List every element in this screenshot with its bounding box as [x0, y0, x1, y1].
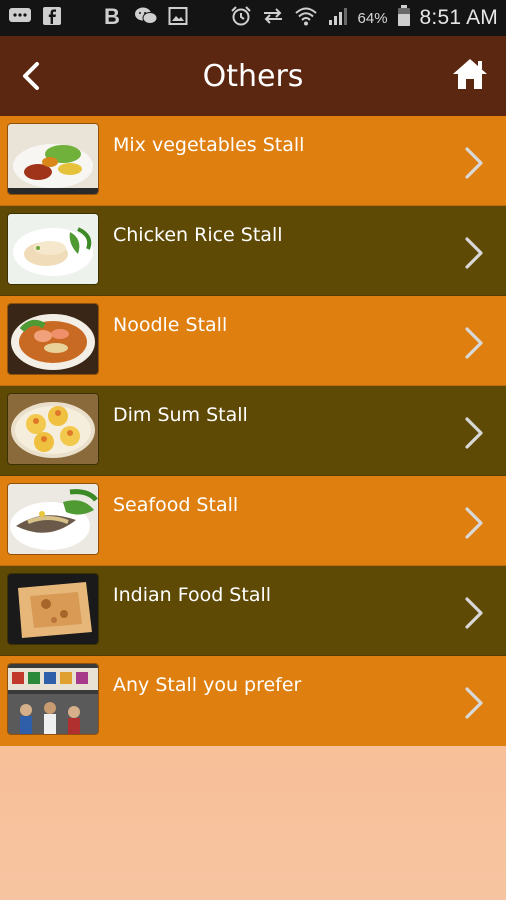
noodle-image: [8, 304, 98, 374]
chevron-right-icon: [465, 327, 483, 359]
list-item-label: Any Stall you prefer: [113, 674, 302, 696]
b-icon: B: [102, 4, 124, 32]
list-item[interactable]: Seafood Stall: [0, 476, 506, 566]
list-item-label: Seafood Stall: [113, 494, 239, 516]
app-bar: Others: [0, 36, 506, 116]
page-title: Others: [202, 58, 304, 94]
chevron-right-icon: [465, 507, 483, 539]
image-icon: [168, 6, 188, 31]
back-arrow-icon: [23, 62, 39, 90]
alarm-icon: [230, 5, 252, 32]
stall-list: Mix vegetables Stall Chicken Rice Stall: [0, 116, 506, 746]
chevron-right-icon: [465, 147, 483, 179]
list-item-label: Dim Sum Stall: [113, 404, 248, 426]
list-item[interactable]: Chicken Rice Stall: [0, 206, 506, 296]
list-item[interactable]: Indian Food Stall: [0, 566, 506, 656]
chat-icon: [8, 6, 32, 31]
home-button[interactable]: [450, 54, 490, 94]
list-item[interactable]: Any Stall you prefer: [0, 656, 506, 746]
battery-icon: [397, 4, 411, 32]
food-court-image: [8, 664, 98, 734]
battery-percent: 64%: [357, 9, 388, 27]
signal-icon: [327, 6, 349, 31]
wifi-icon: [294, 5, 318, 32]
chevron-right-icon: [465, 417, 483, 449]
chicken-rice-image: [8, 214, 98, 284]
indian-food-image: [8, 574, 98, 644]
list-item-label: Chicken Rice Stall: [113, 224, 283, 246]
chevron-right-icon: [465, 237, 483, 269]
wechat-icon: [134, 6, 158, 31]
home-icon: [453, 59, 487, 89]
dim-sum-image: [8, 394, 98, 464]
sync-icon: [261, 6, 285, 31]
status-bar: B 64% 8:51 AM: [0, 0, 506, 36]
list-item-label: Noodle Stall: [113, 314, 228, 336]
chevron-right-icon: [465, 687, 483, 719]
list-item[interactable]: Noodle Stall: [0, 296, 506, 386]
list-item[interactable]: Dim Sum Stall: [0, 386, 506, 476]
list-item[interactable]: Mix vegetables Stall: [0, 116, 506, 206]
chevron-right-icon: [465, 597, 483, 629]
seafood-image: [8, 484, 98, 554]
mixed-vegetables-image: [8, 124, 98, 194]
facebook-icon: [42, 6, 62, 31]
clock: 8:51 AM: [419, 6, 498, 29]
list-item-label: Mix vegetables Stall: [113, 134, 305, 156]
back-button[interactable]: [14, 58, 48, 94]
svg-text:B: B: [104, 5, 120, 27]
list-item-label: Indian Food Stall: [113, 584, 272, 606]
